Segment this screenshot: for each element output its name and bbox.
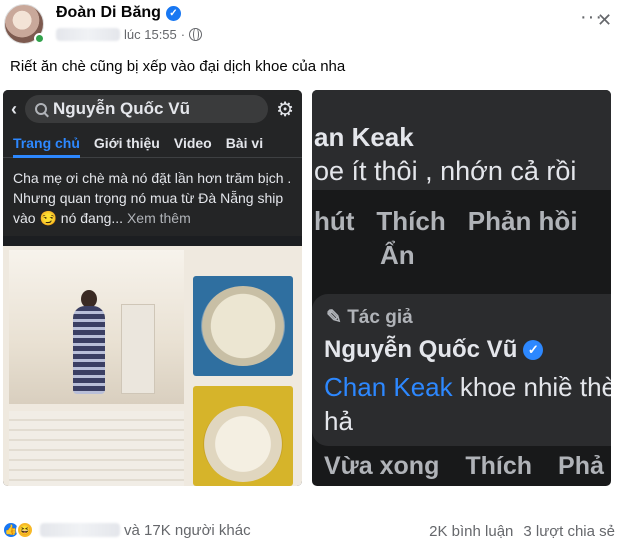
dessert-cup-photo xyxy=(193,386,293,486)
reply-mention: Chan Keak xyxy=(324,372,453,402)
author-name[interactable]: Đoàn Di Băng xyxy=(56,4,161,22)
verified-icon: ✓ xyxy=(165,5,181,21)
reply-author-name: Nguyễn Quốc Vũ xyxy=(324,336,518,363)
share-count[interactable]: 3 lượt chia sẻ xyxy=(523,523,615,540)
close-icon[interactable]: ✕ xyxy=(597,10,612,31)
zoomed-comment: an Keak oe ít thôi , nhớn cả rồi xyxy=(312,90,611,190)
reply-time: Vừa xong xyxy=(324,452,440,480)
reaction-summary[interactable]: 👍 😆 và 17K người khác xyxy=(2,521,251,539)
dessert-bowl-photo xyxy=(193,276,293,376)
redacted-text xyxy=(40,523,120,537)
search-icon xyxy=(35,103,47,115)
tab-video: Video xyxy=(173,134,212,151)
post-photo-right[interactable]: an Keak oe ít thôi , nhớn cả rồi hút Thí… xyxy=(312,90,611,486)
post-stats: 2K bình luận 3 lượt chia sẻ xyxy=(429,523,615,540)
reply-actions: Vừa xong Thích Phả xyxy=(324,452,604,481)
tab-home: Trang chủ xyxy=(13,134,80,158)
search-text: Nguyễn Quốc Vũ xyxy=(53,99,190,118)
verified-icon: ✓ xyxy=(523,340,544,360)
back-icon: ‹ xyxy=(11,98,17,119)
comment-text: oe ít thôi , nhớn cả rồi xyxy=(314,156,577,186)
tab-posts: Bài vi xyxy=(225,134,264,151)
fb-topbar: ‹ Nguyễn Quốc Vũ ⚙ xyxy=(3,90,302,128)
author-avatar[interactable] xyxy=(4,4,45,44)
post-timestamp[interactable]: lúc 15:55 xyxy=(124,27,177,42)
redacted-text xyxy=(56,28,120,41)
globe-icon[interactable] xyxy=(189,28,203,41)
screenshot-post-text: Cha mẹ ơi chè mà nó đặt lần hơn trăm bịc… xyxy=(3,158,302,236)
reaction-names: và 17K người khác xyxy=(40,522,251,539)
comment-count[interactable]: 2K bình luận xyxy=(429,523,513,540)
post-author: Đoàn Di Băng ✓ xyxy=(56,4,181,22)
kitchen-photo xyxy=(9,250,184,404)
post-photo-left[interactable]: ‹ Nguyễn Quốc Vũ ⚙ Trang chủ Giới thiệu … xyxy=(3,90,302,486)
post-caption: Riết ăn chè cũng bị xếp vào đại dịch kho… xyxy=(10,58,346,75)
post-meta: lúc 15:55 · xyxy=(56,27,203,42)
room-photo xyxy=(9,411,184,486)
reply-text: Chan Keak khoe nhiề thèm hả xyxy=(324,370,611,438)
profile-tabs: Trang chủ Giới thiệu Video Bài vi xyxy=(3,128,302,158)
search-bar: Nguyễn Quốc Vũ xyxy=(25,95,269,123)
comment-like: Thích xyxy=(376,206,446,236)
tab-about: Giới thiệu xyxy=(93,134,160,151)
comment-time: hút xyxy=(314,206,355,236)
photo-grid xyxy=(3,246,302,486)
reply-like: Thích xyxy=(465,452,533,480)
reply-author: Nguyễn Quốc Vũ ✓ xyxy=(324,336,544,364)
reply-reply: Phả xyxy=(558,452,604,480)
comment-actions: hút Thích Phản hồi xyxy=(314,206,578,237)
comment-hide: Ẩn xyxy=(380,240,415,270)
author-badge: ✎ Tác giả xyxy=(326,307,413,328)
zoomed-reply: ✎ Tác giả Nguyễn Quốc Vũ ✓ Chan Keak kho… xyxy=(312,294,611,446)
comment-reply: Phản hồi xyxy=(467,206,578,236)
commenter-name: an Keak xyxy=(314,122,414,152)
reaction-count: và 17K người khác xyxy=(124,521,251,539)
haha-icon: 😆 xyxy=(16,521,34,539)
see-more-link: Xem thêm xyxy=(126,210,191,226)
online-status-dot xyxy=(34,33,45,44)
gear-icon: ⚙ xyxy=(276,98,294,121)
